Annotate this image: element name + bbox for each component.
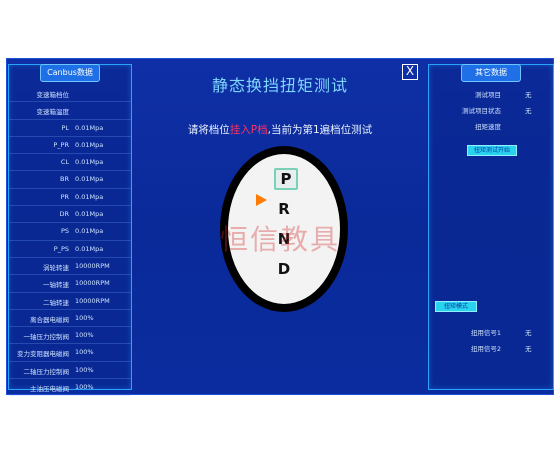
other-panel-title: 其它数据 [461,64,521,82]
row-label: 一轴压力控制阀 [23,333,70,342]
row-value: 100% [75,331,94,340]
data-row: 扭用信号2 无 [429,339,553,355]
row-label: 扭用信号1 [470,329,501,337]
data-row: 测试项目状态 无 [429,101,553,117]
row-value: 无 [525,107,532,115]
row-label: BR [60,175,69,184]
main-screen: Canbus数据 变速箱档位 变速箱温度 PL 0.01Mpa P_PR 0.01Mpa C… [6,58,554,397]
gear-p[interactable]: P [274,168,298,190]
row-label: 变力变阻器电磁阀 [17,350,69,359]
row-label: P_PS [53,244,69,253]
torque-mode-button[interactable]: 扭矩模式 [435,301,477,312]
data-row: DR 0.01Mpa [9,206,131,224]
data-row: 二轴压力控制阀 100% [9,362,131,380]
row-label: P_PR [53,140,69,149]
row-value: 0.01Mpa [75,140,104,149]
close-icon: X [405,64,415,78]
data-row: 变速箱温度 [9,102,131,120]
gear-d[interactable]: D [274,260,294,278]
row-value: 0.01Mpa [75,175,104,184]
data-row: 测试项目 无 [429,85,553,101]
row-label: 离合器电磁阀 [30,315,69,324]
row-label: 扭用信号2 [470,345,501,353]
row-value: 无 [525,345,532,353]
row-value: 10000RPM [75,296,110,305]
instruction-highlight: 挂入P档 [229,124,268,136]
row-label: 主油压电磁阀 [30,385,69,394]
row-label: 涡轮转速 [43,263,69,272]
data-row: P_PS 0.01Mpa [9,241,131,258]
data-row: P_PR 0.01Mpa [9,137,131,155]
other-data-bottom-list: 扭用信号1 无扭用信号2 无 [429,323,553,355]
data-row: 涡轮转速 10000RPM [9,258,131,276]
row-label: 测试项目 [475,91,501,99]
row-value: 0.01Mpa [75,244,104,253]
data-row: PS 0.01Mpa [9,223,131,241]
row-label: 测试项目状态 [462,107,501,115]
data-row: PR 0.01Mpa [9,189,131,207]
data-row: 扭用信号1 无 [429,323,553,339]
torque-test-start-button[interactable]: 扭矩测试开始 [467,145,517,156]
row-value: 0.01Mpa [75,227,104,236]
data-row: BR 0.01Mpa [9,171,131,189]
row-value: 100% [75,348,94,357]
data-row: 二轴转速 10000RPM [9,293,131,310]
row-value: 10000RPM [75,279,110,288]
row-label: 扭矩速度 [475,123,501,131]
row-label: 一轴转速 [43,281,69,290]
gear-indicator-arrow-icon [256,194,267,206]
row-value: 无 [525,329,532,337]
data-row: 一轴压力控制阀 100% [9,327,131,345]
data-row: 离合器电磁阀 100% [9,310,131,328]
row-label: PS [60,227,69,236]
row-label: CL [60,158,69,167]
data-row: CL 0.01Mpa [9,154,131,172]
row-label: 二轴转速 [43,298,69,307]
data-row: 一轴转速 10000RPM [9,275,131,293]
row-label: DR [59,210,69,219]
data-row: 变力变阻器电磁阀 100% [9,344,131,362]
row-value: 10000RPM [75,261,110,270]
row-value: 100% [75,365,94,374]
row-label: PR [60,192,69,201]
other-data-panel: 其它数据 测试项目无测试项目状态无扭矩速度 扭矩测试开始 扭矩模式 扭用信号1 无… [428,64,554,390]
row-label: 二轴压力控制阀 [23,367,70,376]
data-row: 扭矩速度 [429,117,553,133]
row-value: 无 [525,91,532,99]
instruction-suffix: ,当前为第1遍档位测试 [267,124,373,136]
close-button[interactable]: X [402,64,418,80]
gear-r[interactable]: R [274,200,294,218]
row-value: 100% [75,313,94,322]
row-value: 0.01Mpa [75,210,104,219]
row-value: 100% [75,383,94,392]
row-value: 0.01Mpa [75,192,104,201]
instruction-prefix: 请将档位 [187,124,230,136]
canbus-data-panel: Canbus数据 变速箱档位 变速箱温度 PL 0.01Mpa P_PR 0.01Mpa C… [8,64,132,397]
row-value: 0.01Mpa [75,158,104,167]
watermark: 恒信教具 [220,223,341,256]
other-data-list: 测试项目无测试项目状态无扭矩速度 [429,85,553,133]
data-row: 主油压电磁阀 100% [9,379,131,397]
row-label: 变速箱温度 [36,108,70,117]
